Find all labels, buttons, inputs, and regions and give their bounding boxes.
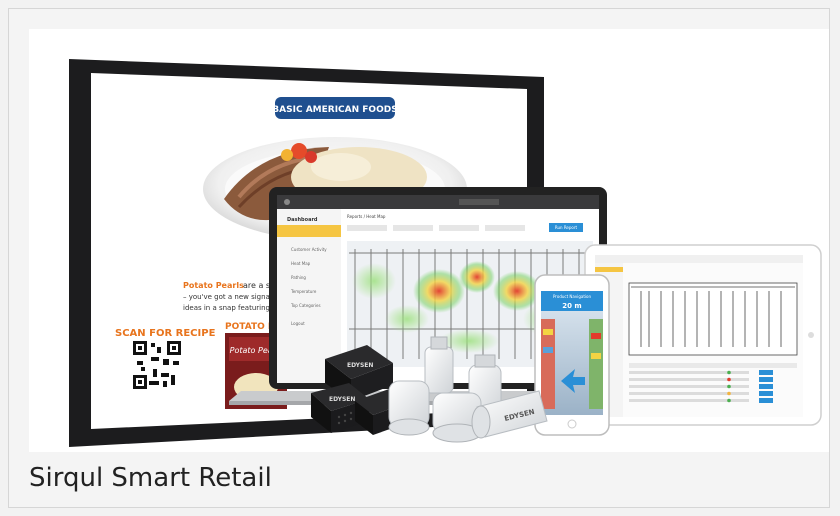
qr-code [133,341,181,389]
product-name: Potato Pearls [183,281,244,290]
product-photo: BASIC AMERICAN FOODS Potato Pearls are a… [29,29,829,452]
product-illustration: BASIC AMERICAN FOODS Potato Pearls are a… [69,59,822,447]
scan-label: SCAN FOR RECIPE [115,328,216,339]
laptop-breadcrumb: Reports / Heat Map [347,214,386,219]
sidebar-header: Dashboard [287,217,318,223]
menu-item-2: Pathing [291,275,306,280]
image-caption: Sirqul Smart Retail [29,463,272,493]
menu-item-4: Top Categories [290,303,321,308]
brand-logo-text: BASIC AMERICAN FOODS [272,105,397,115]
active-menu-item [277,225,341,237]
menu-item-5: Logout [291,321,305,326]
sensor-brand-2: EDYSEN [329,396,355,403]
small-tablet [584,244,822,426]
sensor-brand-1: EDYSEN [347,362,373,369]
phone-title: Product Navigation [553,294,591,299]
menu-item-3: Temperature [290,289,317,294]
media-card: BASIC AMERICAN FOODS Potato Pearls are a… [8,8,830,508]
menu-item-1: Heat Map [291,261,311,266]
menu-item-0: Customer Activity [291,247,327,252]
run-report-label: Run Report [555,225,578,230]
smartphone: Product Navigation 20 m [534,274,610,436]
floor-plan [628,282,798,356]
phone-distance: 20 m [562,302,581,310]
